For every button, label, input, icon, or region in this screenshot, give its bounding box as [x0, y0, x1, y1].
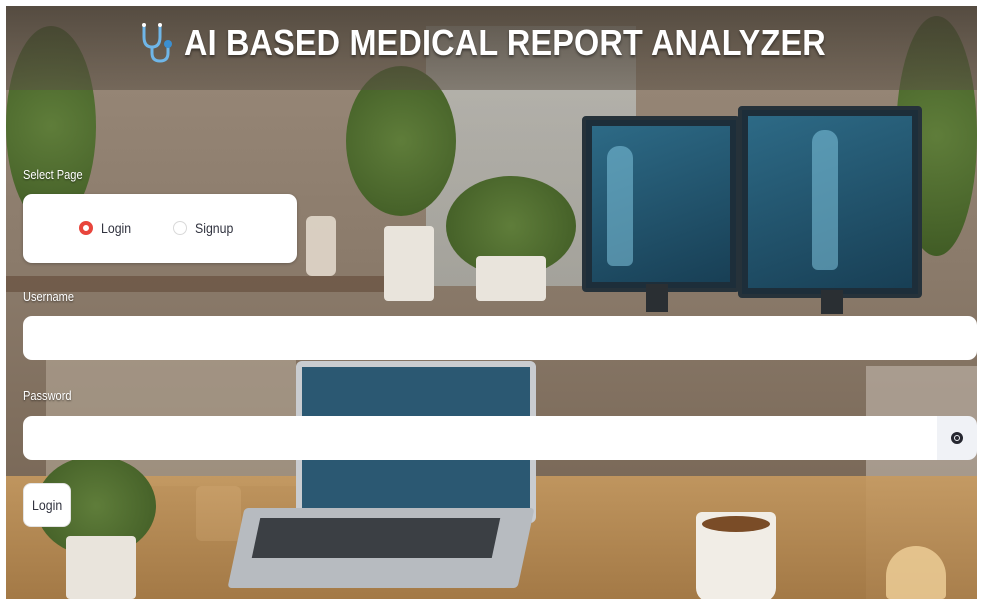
- password-input[interactable]: [23, 416, 937, 460]
- background-monitor-stand: [646, 284, 668, 312]
- background-pot: [384, 226, 434, 301]
- radio-option-label: Signup: [195, 220, 234, 236]
- username-input[interactable]: [23, 316, 977, 360]
- stethoscope-icon: [141, 23, 172, 63]
- background-keyboard: [251, 518, 501, 558]
- login-button[interactable]: Login: [23, 483, 71, 527]
- background-lamp: [886, 546, 946, 599]
- radio-unselected-icon[interactable]: [173, 221, 187, 235]
- background-jar: [306, 216, 336, 276]
- radio-option-login[interactable]: Login: [79, 220, 135, 236]
- header-banner: AI BASED MEDICAL REPORT ANALYZER: [6, 6, 977, 90]
- background-coffee: [702, 516, 770, 532]
- select-page-label: Select Page: [23, 167, 83, 182]
- background-pot: [66, 536, 136, 599]
- login-button-label: Login: [31, 497, 63, 513]
- radio-option-signup[interactable]: Signup: [173, 220, 239, 236]
- background-monitor-stand: [821, 290, 843, 314]
- title-row: AI BASED MEDICAL REPORT ANALYZER: [6, 18, 977, 68]
- background-monitor: [738, 106, 922, 298]
- page-title: AI BASED MEDICAL REPORT ANALYZER: [183, 22, 826, 63]
- background-pot: [476, 256, 546, 301]
- radio-option-label: Login: [101, 220, 132, 236]
- password-label: Password: [23, 388, 72, 403]
- radio-selected-icon[interactable]: [79, 221, 93, 235]
- page-radio-group: Login Signup: [23, 194, 297, 263]
- app-background: AI BASED MEDICAL REPORT ANALYZER Select …: [6, 6, 977, 599]
- eye-icon: [951, 432, 963, 444]
- username-label: Username: [23, 289, 74, 304]
- show-password-button[interactable]: [937, 416, 977, 460]
- background-monitor: [582, 116, 740, 292]
